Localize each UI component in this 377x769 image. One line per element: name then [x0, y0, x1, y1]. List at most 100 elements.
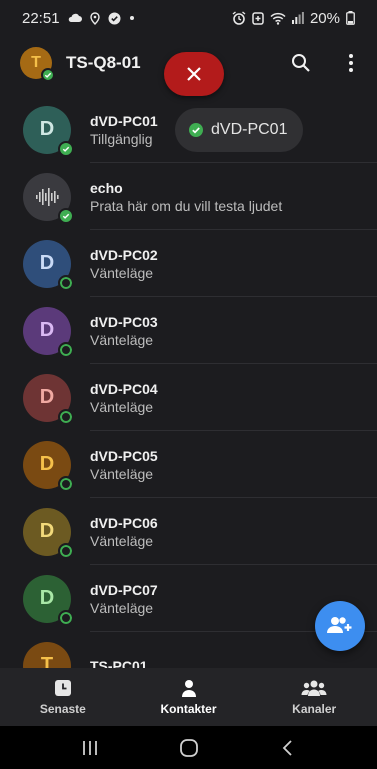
idle-status-icon [58, 475, 74, 492]
more-options-button[interactable] [339, 51, 363, 75]
contact-avatar-initial: D [39, 587, 55, 609]
wifi-icon [270, 12, 286, 25]
idle-status-icon [58, 274, 74, 291]
battery-saver-icon [252, 11, 264, 25]
contact-texts: dVD-PC07 Vänteläge [90, 582, 158, 616]
contact-texts: dVD-PC03 Vänteläge [90, 314, 158, 348]
alarm-icon [232, 11, 246, 25]
contact-row[interactable]: DdVD-PC02 Vänteläge [0, 230, 377, 297]
contact-avatar: D [23, 507, 74, 559]
idle-status-icon [58, 609, 74, 626]
add-person-icon [327, 617, 352, 633]
contact-name: TS-PC01 [90, 657, 148, 669]
clock-icon [54, 679, 71, 696]
contact-row[interactable]: echo Prata här om du vill testa ljudet [0, 163, 377, 230]
contact-status-text: Vänteläge [90, 398, 154, 415]
contact-avatar: D [23, 574, 74, 626]
contact-row[interactable]: DdVD-PC05 Vänteläge [0, 431, 377, 498]
check-circle-icon [108, 12, 121, 25]
contact-texts: dVD-PC06 Vänteläge [90, 515, 158, 549]
contact-texts: echo Prata här om du vill testa ljudet [90, 180, 282, 214]
tab-label: Kanaler [292, 701, 337, 716]
signal-icon [291, 12, 304, 24]
back-icon [282, 739, 292, 756]
recent-apps-icon [82, 740, 97, 755]
contact-avatar-initial: D [39, 386, 55, 408]
system-navigation-bar [0, 726, 377, 769]
contact-row[interactable]: DdVD-PC04 Vänteläge [0, 364, 377, 431]
contact-texts: dVD-PC02 Vänteläge [90, 247, 158, 281]
page-title: TS-Q8-01 [66, 53, 141, 72]
tab-senaste[interactable]: Senaste [0, 668, 126, 726]
contact-row[interactable]: DdVD-PC03 Vänteläge [0, 297, 377, 364]
contact-avatar [23, 172, 74, 224]
search-icon [292, 54, 310, 72]
contact-avatar-initial: D [39, 319, 55, 341]
person-icon [181, 679, 196, 697]
contact-avatar-initial: T [40, 654, 54, 668]
battery-icon [346, 11, 355, 25]
app-bar-actions [289, 51, 363, 75]
app-screen: 22:51 20% T TS-Q8-01 D dVD-PC01 Tillgäng… [0, 0, 377, 769]
contact-avatar: D [23, 306, 74, 358]
contact-avatar: D [23, 440, 74, 492]
contact-status-text: Vänteläge [90, 532, 154, 549]
contact-avatar: D [23, 239, 74, 291]
group-icon [301, 680, 327, 696]
back-button[interactable] [268, 733, 308, 763]
contact-name: dVD-PC03 [90, 313, 158, 330]
more-vertical-icon [349, 54, 353, 72]
contact-avatar-initial: D [39, 118, 55, 140]
contact-texts: dVD-PC01 Tillgänglig [90, 113, 158, 147]
contact-name: dVD-PC02 [90, 246, 158, 263]
contact-status-text: Vänteläge [90, 331, 154, 348]
contact-avatar-initial: D [39, 252, 55, 274]
contact-texts: dVD-PC05 Vänteläge [90, 448, 158, 482]
waveform-icon [36, 187, 59, 206]
recent-apps-button[interactable] [70, 733, 110, 763]
status-bar-right: 20% [232, 10, 355, 27]
contact-row[interactable]: DdVD-PC06 Vänteläge [0, 498, 377, 565]
add-contact-button[interactable] [315, 601, 365, 651]
idle-status-icon [58, 542, 74, 559]
contact-name: dVD-PC05 [90, 447, 158, 464]
home-button[interactable] [169, 733, 209, 763]
contact-name: echo [90, 179, 123, 196]
home-icon [179, 738, 198, 757]
status-time: 22:51 [22, 9, 60, 27]
check-circle-icon [189, 123, 203, 137]
online-status-icon [58, 140, 74, 157]
contact-avatar-initial: D [39, 453, 55, 475]
dot-icon [129, 15, 135, 21]
contact-avatar: D [23, 373, 74, 425]
search-button[interactable] [289, 51, 313, 75]
self-avatar[interactable]: T [20, 47, 55, 82]
contact-avatar: T [23, 641, 71, 668]
contact-name: dVD-PC01 [90, 112, 158, 129]
drag-tooltip-label: dVD-PC01 [211, 121, 288, 138]
close-drop-target-button[interactable] [164, 52, 224, 96]
online-status-icon [58, 207, 74, 224]
contact-status-text: Tillgänglig [90, 130, 153, 147]
contact-name: dVD-PC07 [90, 581, 158, 598]
contact-avatar: D [23, 105, 74, 157]
contact-list[interactable]: DdVD-PC01 Tillgänglig echo Prata här om du … [0, 96, 377, 668]
contact-status-text: Vänteläge [90, 465, 154, 482]
contact-name: dVD-PC06 [90, 514, 158, 531]
contact-status-text: Prata här om du vill testa ljudet [90, 197, 283, 214]
contact-texts: TS-PC01 [90, 658, 148, 669]
tab-label: Kontakter [160, 701, 217, 716]
contact-texts: dVD-PC04 Vänteläge [90, 381, 158, 415]
location-icon [89, 11, 100, 25]
status-bar-left: 22:51 [22, 10, 135, 27]
contact-avatar-initial: D [39, 520, 55, 542]
contact-status-text: Vänteläge [90, 599, 154, 616]
status-bar: 22:51 20% [0, 0, 377, 36]
tab-kanaler[interactable]: Kanaler [251, 668, 377, 726]
bottom-navigation: Senaste Kontakter Kanaler [0, 668, 377, 726]
tab-label: Senaste [39, 701, 86, 716]
drag-tooltip: dVD-PC01 [175, 108, 304, 152]
self-avatar-initial: T [31, 54, 41, 71]
tab-kontakter[interactable]: Kontakter [126, 668, 252, 726]
idle-status-icon [58, 408, 74, 425]
